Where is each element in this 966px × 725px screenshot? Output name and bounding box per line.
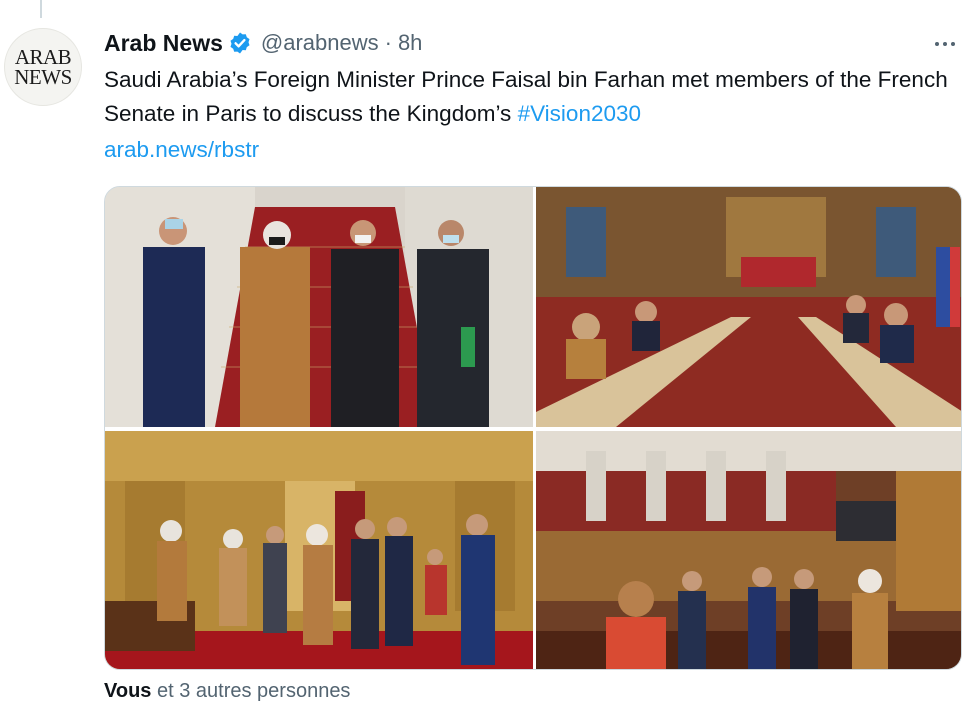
photo-gilded-hall[interactable] [105,431,533,669]
media-grid [104,186,962,670]
separator-dot: · [384,30,392,55]
tweet-timestamp[interactable]: 8h [398,30,422,56]
article-link[interactable]: arab.news/rbstr [104,133,259,167]
thread-connector-line [40,0,42,18]
hashtag-link[interactable]: #Vision2030 [518,101,641,126]
tweet-text: Saudi Arabia’s Foreign Minister Prince F… [104,63,964,131]
photo-staircase-group[interactable] [105,187,533,427]
likes-summary-rest: et 3 autres personnes [151,680,351,702]
photo-senate-chamber[interactable] [536,431,961,669]
more-options-icon[interactable] [928,34,962,54]
likes-summary[interactable]: Vous et 3 autres personnes [104,680,350,703]
author-handle[interactable]: @arabnews [261,30,379,56]
author-name[interactable]: Arab News [104,30,223,57]
avatar-text-line1: ARAB [14,45,72,69]
photo-senate-meeting-room[interactable] [536,187,961,427]
tweet-header: Arab News @arabnews · 8h [104,28,422,58]
verified-badge-icon [228,31,252,55]
avatar-text-line2: NEWS [14,65,72,89]
likes-summary-strong: Vous [104,680,152,702]
avatar[interactable]: ARAB NEWS [4,28,82,106]
